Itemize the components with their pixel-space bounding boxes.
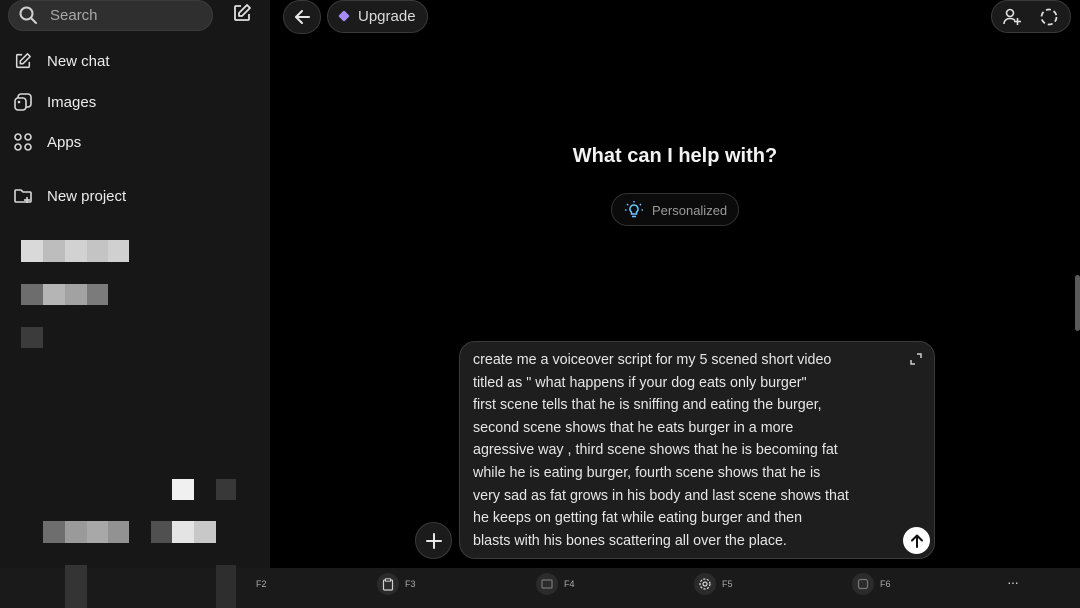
- new-chat-icon: [12, 50, 34, 72]
- screen-icon: [228, 573, 250, 595]
- f5-label: F5: [722, 579, 733, 589]
- arrow-up-icon: [910, 534, 923, 548]
- send-button[interactable]: [903, 527, 930, 554]
- sidebar: Search New chat Images Apps New project: [0, 0, 270, 568]
- f2-key[interactable]: F2: [228, 573, 267, 595]
- back-button[interactable]: [283, 0, 321, 34]
- temporary-chat-icon[interactable]: [1039, 7, 1059, 27]
- f3-label: F3: [405, 579, 416, 589]
- sidebar-item-label: New chat: [47, 52, 110, 70]
- settings-icon: [694, 573, 716, 595]
- scrollbar[interactable]: [1075, 275, 1080, 331]
- plus-icon: [425, 532, 442, 549]
- search-icon: [18, 5, 38, 30]
- sidebar-item-label: New project: [47, 187, 127, 205]
- f2-label: F2: [256, 579, 267, 589]
- sidebar-item-new-project[interactable]: New project: [12, 183, 126, 209]
- window-icon: [536, 573, 558, 595]
- add-person-icon[interactable]: [1002, 7, 1022, 27]
- sidebar-item-new-chat[interactable]: New chat: [12, 48, 110, 74]
- f3-key[interactable]: F3: [377, 573, 416, 595]
- personalized-button[interactable]: Personalized: [611, 193, 739, 226]
- sidebar-item-images[interactable]: Images: [12, 89, 96, 115]
- more-menu-button[interactable]: ···: [1007, 574, 1019, 590]
- page-title: What can I help with?: [572, 145, 778, 167]
- search-input[interactable]: Search: [8, 0, 213, 31]
- topright-actions: [991, 0, 1071, 33]
- arrow-left-icon: [295, 10, 310, 24]
- images-icon: [12, 91, 34, 113]
- prompt-text[interactable]: create me a voiceover script for my 5 sc…: [473, 349, 873, 552]
- diamond-icon: [338, 10, 350, 22]
- compose-icon[interactable]: [232, 3, 254, 25]
- sidebar-item-label: Images: [47, 93, 97, 111]
- prompt-input[interactable]: create me a voiceover script for my 5 sc…: [459, 341, 935, 559]
- lightbulb-icon: [625, 201, 643, 218]
- f6-label: F6: [880, 579, 891, 589]
- f4-label: F4: [564, 579, 575, 589]
- upgrade-label: Upgrade: [358, 8, 416, 25]
- sidebar-item-label: Apps: [47, 133, 82, 151]
- clipboard-icon: [377, 573, 399, 595]
- upgrade-button[interactable]: Upgrade: [327, 0, 428, 33]
- capture-icon: [852, 573, 874, 595]
- apps-icon: [12, 131, 34, 153]
- f5-key[interactable]: F5: [694, 573, 733, 595]
- f6-key[interactable]: F6: [852, 573, 891, 595]
- search-placeholder: Search: [50, 7, 98, 24]
- f4-key[interactable]: F4: [536, 573, 575, 595]
- folder-plus-icon: [12, 185, 34, 207]
- personalized-label: Personalized: [652, 203, 728, 218]
- attach-button[interactable]: [415, 522, 452, 559]
- sidebar-item-apps[interactable]: Apps: [12, 129, 81, 155]
- expand-icon[interactable]: [909, 352, 923, 366]
